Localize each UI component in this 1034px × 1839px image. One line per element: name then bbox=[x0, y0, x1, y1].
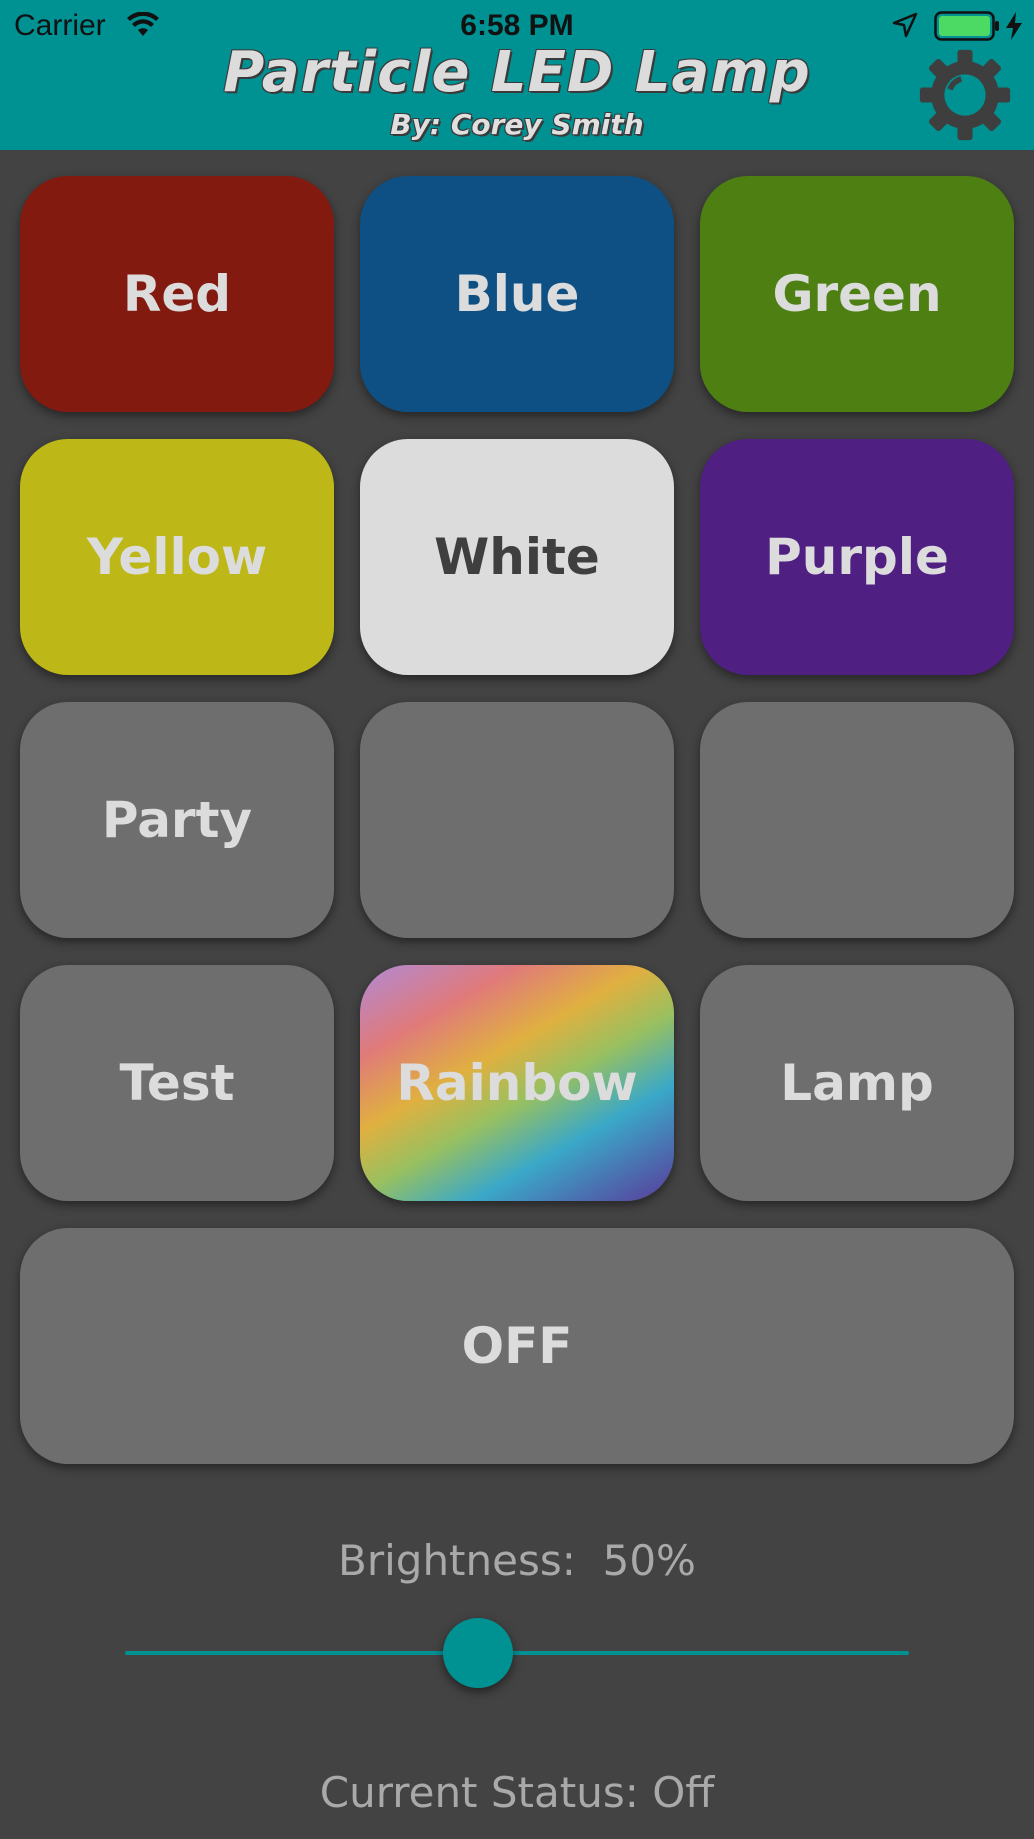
white-button[interactable]: White bbox=[360, 439, 674, 675]
blue-button[interactable]: Blue bbox=[360, 176, 674, 412]
brightness-readout: Brightness: 50% bbox=[0, 1536, 1034, 1585]
green-button[interactable]: Green bbox=[700, 176, 1014, 412]
battery-icon bbox=[934, 11, 999, 41]
brightness-slider-track[interactable] bbox=[125, 1651, 909, 1655]
rainbow-button[interactable]: Rainbow bbox=[360, 965, 674, 1201]
red-button[interactable]: Red bbox=[20, 176, 334, 412]
off-button[interactable]: OFF bbox=[20, 1228, 1014, 1464]
blank-button-2[interactable] bbox=[700, 702, 1014, 938]
charging-bolt-icon bbox=[1006, 12, 1022, 40]
app-header: Carrier 6:58 PM Particle LED Lamp By: Co… bbox=[0, 0, 1034, 150]
app-subtitle: By: Corey Smith bbox=[390, 108, 644, 141]
brightness-value: 50% bbox=[602, 1536, 696, 1585]
location-arrow-icon bbox=[892, 12, 918, 38]
party-button[interactable]: Party bbox=[20, 702, 334, 938]
app-title: Particle LED Lamp bbox=[223, 40, 811, 105]
test-button[interactable]: Test bbox=[20, 965, 334, 1201]
blank-button-1[interactable] bbox=[360, 702, 674, 938]
brightness-label: Brightness: bbox=[338, 1536, 576, 1585]
yellow-button[interactable]: Yellow bbox=[20, 439, 334, 675]
clock: 6:58 PM bbox=[460, 9, 574, 42]
purple-button[interactable]: Purple bbox=[700, 439, 1014, 675]
brightness-slider-thumb[interactable] bbox=[442, 1618, 513, 1688]
current-status: Current Status: Off bbox=[319, 1768, 715, 1817]
lamp-button[interactable]: Lamp bbox=[700, 965, 1014, 1201]
gear-icon[interactable] bbox=[918, 48, 1012, 142]
